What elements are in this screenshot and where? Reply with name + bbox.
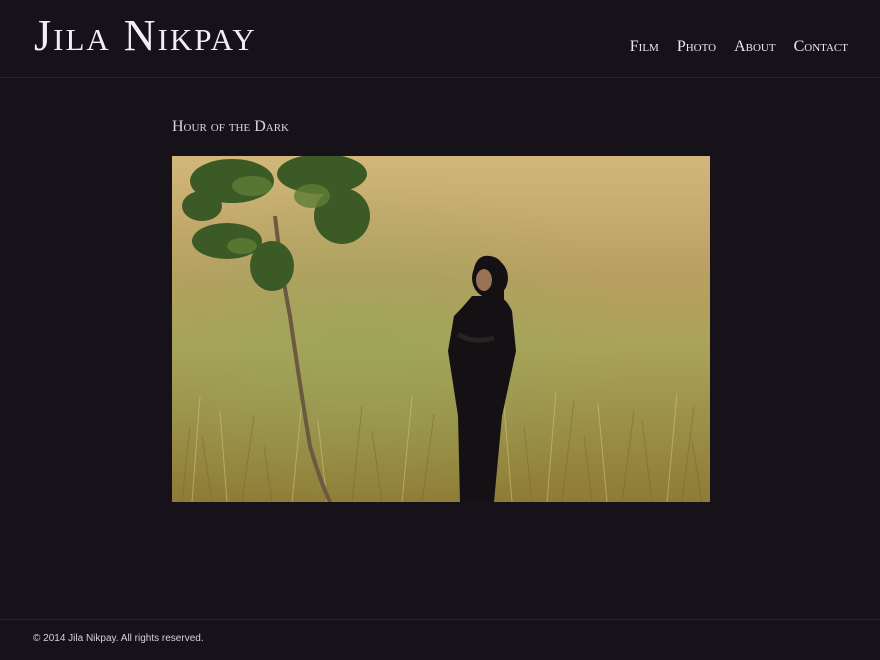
page-title: Hour of the Dark <box>172 118 290 135</box>
site-title[interactable]: Jila Nikpay <box>34 14 257 58</box>
nav-film-link[interactable]: Film <box>630 38 659 56</box>
featured-photo <box>172 156 710 502</box>
site-header: Jila Nikpay Film Photo About Contact <box>0 0 880 78</box>
field-photograph <box>172 156 710 502</box>
nav-contact-link[interactable]: Contact <box>794 38 848 56</box>
main-nav: Film Photo About Contact <box>630 38 848 56</box>
nav-photo-link[interactable]: Photo <box>677 38 716 56</box>
copyright-text: © 2014 Jila Nikpay. All rights reserved. <box>33 633 204 644</box>
nav-about-link[interactable]: About <box>734 38 776 56</box>
site-footer: © 2014 Jila Nikpay. All rights reserved. <box>0 619 880 660</box>
